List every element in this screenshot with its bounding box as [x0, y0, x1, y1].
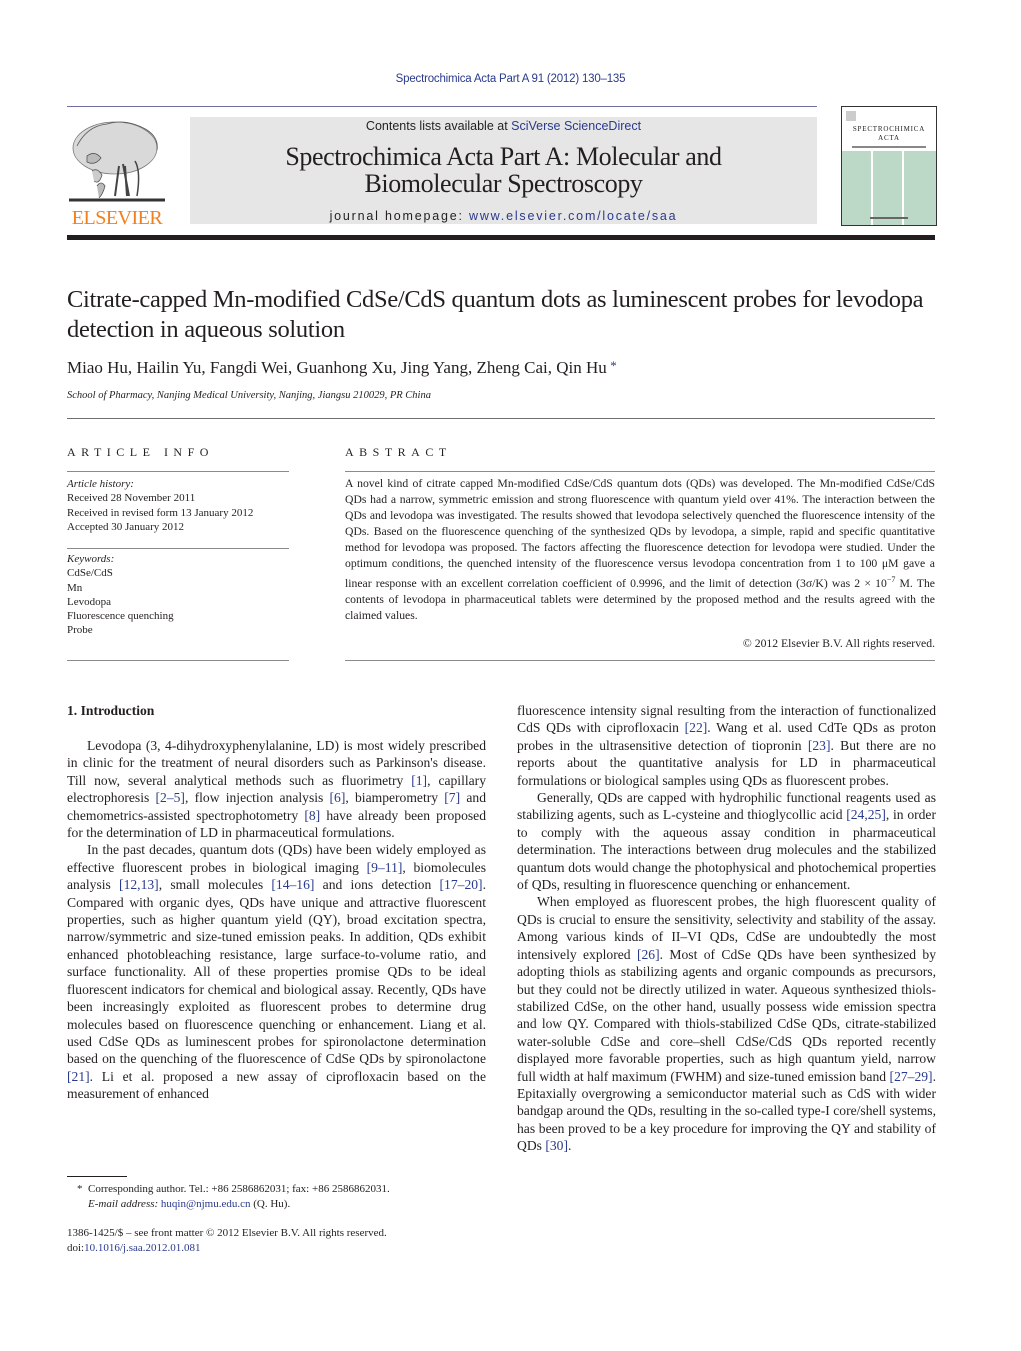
citation-link[interactable]: [24,25] [846, 807, 886, 822]
footnote-mark: * [77, 1183, 83, 1195]
front-matter: 1386-1425/$ – see front matter © 2012 El… [67, 1226, 487, 1255]
keyword-item: Mn [67, 581, 83, 594]
citation-link[interactable]: [12,13] [119, 877, 159, 892]
elsevier-tree-icon [69, 121, 165, 202]
keywords-rule [67, 660, 289, 661]
running-head[interactable]: Spectrochimica Acta Part A 91 (2012) 130… [0, 73, 1021, 85]
email-label: E-mail address: [88, 1197, 161, 1210]
paragraph-text: . [567, 1138, 572, 1154]
history-item: Received 28 November 2011 [67, 492, 196, 505]
keyword-item: CdSe/CdS [67, 567, 113, 580]
cover-stripe [871, 151, 873, 225]
citation-link[interactable]: [30] [545, 1138, 568, 1153]
cover-subtitle-bar [852, 146, 926, 148]
paragraph-text: and ions detection [314, 877, 440, 893]
cover-title-line2: ACTA [878, 134, 900, 142]
paragraph-text: , small molecules [158, 877, 272, 893]
paragraph: Levodopa (3, 4-dihydroxyphenylalanine, L… [67, 737, 486, 841]
keywords: Keywords: CdSe/CdS Mn Levodopa Fluoresce… [67, 552, 289, 638]
author-list: Miao Hu, Hailin Yu, Fangdi Wei, Guanhong… [67, 358, 617, 378]
paragraph-text: . Compared with organic dyes, QDs have u… [67, 877, 486, 1067]
issn-line: 1386-1425/$ – see front matter © 2012 El… [67, 1227, 387, 1239]
footnote-rule [67, 1176, 127, 1177]
paragraph-text: , flow injection analysis [184, 790, 330, 806]
corresponding-author-text: Corresponding author. Tel.: +86 25868620… [88, 1183, 390, 1195]
keyword-item: Levodopa [67, 595, 111, 608]
journal-title-line1: Spectrochimica Acta Part A: Molecular an… [285, 142, 722, 171]
abstract-heading: ABSTRACT [345, 445, 452, 459]
elsevier-wordmark: ELSEVIER [71, 207, 163, 229]
paragraph-text: . Li et al. proposed a new assay of cipr… [67, 1068, 486, 1102]
elsevier-logo[interactable]: ELSEVIER [67, 116, 167, 228]
abstract-text: A novel kind of citrate capped Mn-modifi… [345, 476, 935, 624]
title-block-rule [67, 418, 935, 419]
citation-link[interactable]: [26] [637, 947, 660, 962]
article-history-rule [67, 548, 289, 549]
corresponding-author-mark[interactable]: * [610, 358, 617, 373]
abstract-bottom-rule [345, 660, 935, 661]
article-history: Article history: Received 28 November 20… [67, 477, 289, 534]
journal-homepage-link[interactable]: www.elsevier.com/locate/saa [469, 209, 677, 223]
authors-text: Miao Hu, Hailin Yu, Fangdi Wei, Guanhong… [67, 358, 607, 377]
header-top-rule [67, 106, 817, 107]
sciencedirect-link[interactable]: SciVerse ScienceDirect [511, 119, 641, 133]
paragraph: fluorescence intensity signal resulting … [517, 702, 936, 789]
section-heading-introduction: 1. Introduction [67, 703, 155, 718]
header-bottom-rule [67, 235, 935, 240]
journal-title: Spectrochimica Acta Part A: Molecular an… [190, 143, 817, 197]
paragraph: In the past decades, quantum dots (QDs) … [67, 841, 486, 1102]
history-item: Accepted 30 January 2012 [67, 520, 184, 533]
paragraph-text: , biamperometry [345, 790, 445, 806]
paragraph: Generally, QDs are capped with hydrophil… [517, 789, 936, 893]
doi-link[interactable]: 10.1016/j.saa.2012.01.081 [84, 1242, 200, 1254]
article-history-label: Article history: [67, 478, 134, 490]
citation-link[interactable]: [14–16] [271, 877, 314, 892]
citation-link[interactable]: [8] [304, 808, 320, 823]
journal-cover-thumbnail[interactable]: SPECTROCHIMICA ACTA [841, 106, 937, 226]
citation-link[interactable]: [27–29] [890, 1069, 933, 1084]
article-info-heading: ARTICLE INFO [67, 445, 214, 459]
cover-stripe [902, 151, 904, 225]
article-title: Citrate-capped Mn-modified CdSe/CdS quan… [67, 286, 924, 343]
cover-elsevier-icon [846, 111, 856, 121]
keyword-item: Fluorescence quenching [67, 610, 174, 623]
keyword-item: Probe [67, 624, 93, 637]
history-item: Received in revised form 13 January 2012 [67, 506, 254, 519]
cover-title: SPECTROCHIMICA ACTA [842, 125, 936, 143]
keywords-label: Keywords: [67, 553, 115, 565]
citation-link[interactable]: [17–20] [440, 877, 483, 892]
cover-footer-bar [870, 217, 908, 219]
paragraph: When employed as fluorescent probes, the… [517, 893, 936, 1154]
abstract-text-part1: A novel kind of citrate capped Mn-modifi… [345, 477, 935, 590]
body-column-right: fluorescence intensity signal resulting … [517, 702, 936, 1155]
citation-link[interactable]: [7] [444, 790, 460, 805]
citation-link[interactable]: [2–5] [156, 790, 185, 805]
doi-prefix: doi: [67, 1241, 85, 1254]
contents-prefix: Contents lists available at [365, 119, 512, 133]
email-suffix: (Q. Hu). [250, 1197, 291, 1210]
citation-link[interactable]: [6] [330, 790, 346, 805]
citation-link[interactable]: [21] [67, 1069, 90, 1084]
cover-title-line1: SPECTROCHIMICA [852, 125, 926, 133]
citation-link[interactable]: [9–11] [367, 860, 403, 875]
citation-link[interactable]: [23] [808, 738, 831, 753]
email-link[interactable]: huqin@njmu.edu.cn [161, 1198, 251, 1210]
affiliation: School of Pharmacy, Nanjing Medical Univ… [67, 390, 431, 401]
citation-link[interactable]: [1] [411, 773, 427, 788]
homepage-prefix: journal homepage: [329, 209, 470, 223]
body-column-left: Levodopa (3, 4-dihydroxyphenylalanine, L… [67, 737, 486, 1103]
citation-link[interactable]: [22] [685, 720, 708, 735]
article-info-rule [67, 471, 289, 472]
journal-title-line2: Biomolecular Spectroscopy [364, 169, 643, 198]
contents-line: Contents lists available at SciVerse Sci… [190, 119, 817, 133]
corresponding-author-footnote: * Corresponding author. Tel.: +86 258686… [67, 1182, 487, 1211]
journal-homepage-line: journal homepage: www.elsevier.com/locat… [190, 209, 817, 223]
paragraph-text: . Most of CdSe QDs have been synthesized… [517, 946, 936, 1084]
journal-banner: Contents lists available at SciVerse Sci… [190, 117, 817, 224]
abstract-rule [345, 471, 935, 472]
abstract-copyright: © 2012 Elsevier B.V. All rights reserved… [742, 637, 935, 650]
